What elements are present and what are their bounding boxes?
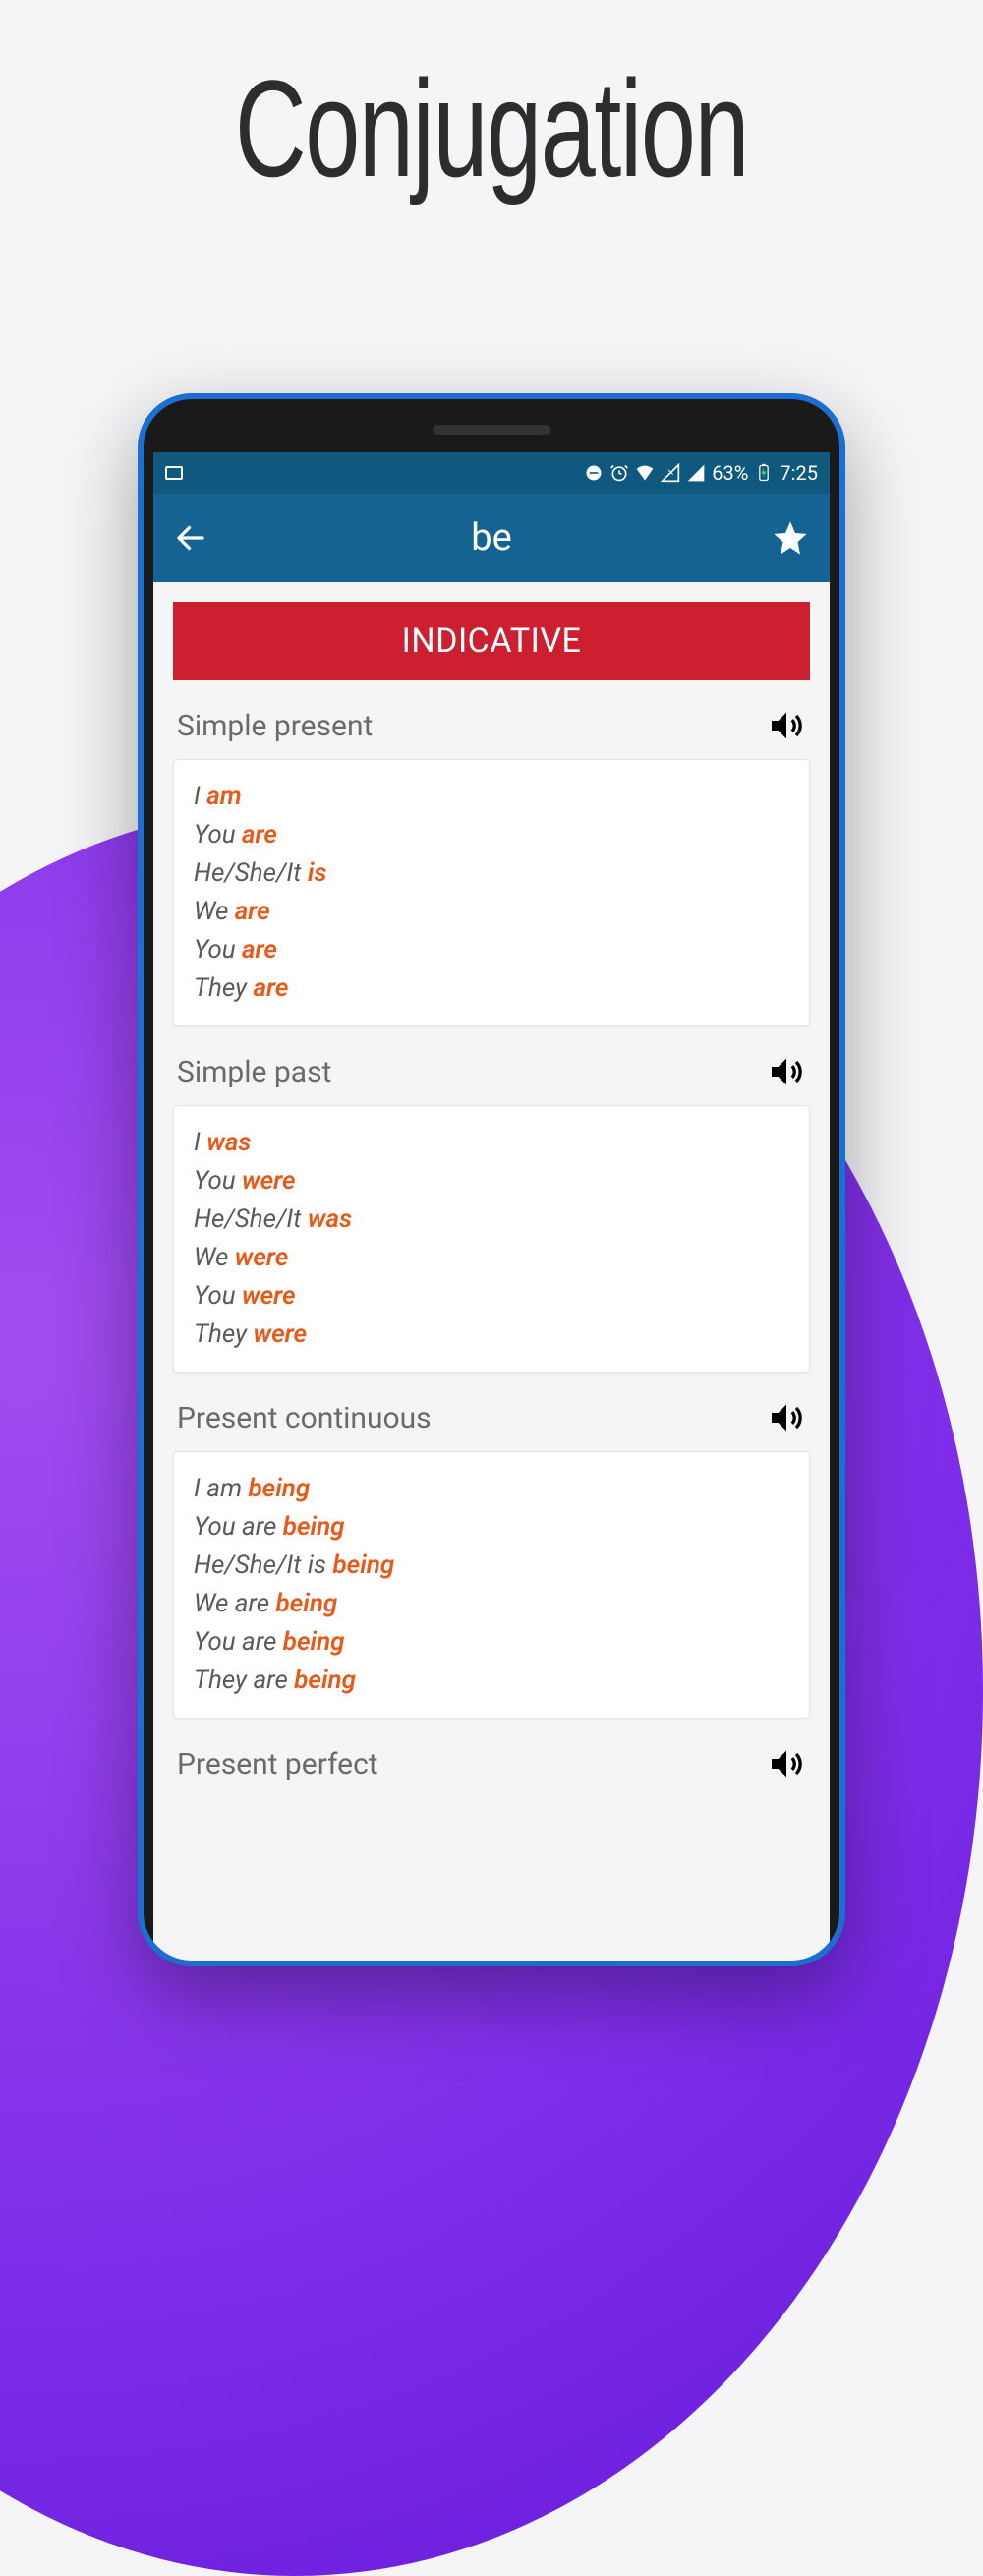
verb-text: are	[235, 897, 270, 926]
verb-text: were	[242, 1281, 296, 1311]
speaker-icon[interactable]	[767, 1398, 806, 1437]
verb-text: being	[294, 1666, 356, 1695]
pronoun-text: They	[194, 1319, 253, 1349]
status-right: ✕ 63% 7:25	[584, 461, 818, 485]
conjugation-row: They are being	[194, 1662, 789, 1700]
alarm-icon	[609, 463, 629, 483]
verb-text: was	[308, 1204, 352, 1234]
pronoun-text: You	[194, 1166, 242, 1196]
speaker-icon[interactable]	[767, 1744, 806, 1784]
speaker-icon[interactable]	[767, 1052, 806, 1091]
pronoun-text: I	[194, 782, 206, 811]
verb-text: is	[308, 858, 327, 888]
verb-text: being	[283, 1627, 345, 1657]
pronoun-text: We are	[194, 1589, 276, 1618]
conjugation-row: He/She/It is being	[194, 1547, 789, 1585]
pronoun-text: He/She/It	[194, 1204, 308, 1234]
tense-header: Present perfect	[173, 1734, 810, 1797]
phone-screen: ✕ 63% 7:25 be INDICATIVE Simple present I…	[153, 452, 830, 1961]
verb-text: being	[276, 1589, 338, 1618]
pronoun-text: I	[194, 1128, 206, 1157]
pronoun-text: They	[194, 973, 253, 1003]
pronoun-text: He/She/It	[194, 858, 308, 888]
pronoun-text: You are	[194, 1512, 283, 1542]
pronoun-text: I am	[194, 1474, 248, 1503]
conjugation-row: They are	[194, 969, 789, 1008]
verb-text: was	[206, 1128, 251, 1157]
pronoun-text: You are	[194, 1627, 283, 1657]
tenses-container: Simple presentI amYou areHe/She/It isWe …	[173, 696, 810, 1797]
tense-card: I amYou areHe/She/It isWe areYou areThey…	[173, 759, 810, 1026]
battery-charging-icon	[754, 463, 774, 483]
verb-text: being	[283, 1512, 345, 1542]
pronoun-text: You	[194, 820, 242, 849]
conjugation-row: You are being	[194, 1623, 789, 1662]
verb-text: am	[206, 782, 241, 811]
tense-title: Simple past	[177, 1055, 331, 1089]
tense-title: Present perfect	[177, 1747, 378, 1782]
conjugation-row: We are being	[194, 1585, 789, 1623]
signal-icon	[686, 463, 706, 483]
verb-text: were	[253, 1319, 307, 1349]
signal-nodata-icon: ✕	[661, 463, 680, 483]
favorite-star-button[interactable]	[771, 518, 810, 557]
tense-card: I wasYou wereHe/She/It wasWe wereYou wer…	[173, 1105, 810, 1373]
conjugation-row: You are	[194, 816, 789, 854]
tense-header: Simple past	[173, 1042, 810, 1105]
conjugation-row: You were	[194, 1277, 789, 1316]
conjugation-row: You were	[194, 1162, 789, 1200]
speaker-icon[interactable]	[767, 706, 806, 745]
verb-text: are	[242, 820, 277, 849]
conjugation-row: They were	[194, 1316, 789, 1354]
tense-card: I am beingYou are beingHe/She/It is bein…	[173, 1451, 810, 1719]
conjugation-row: I am being	[194, 1470, 789, 1508]
verb-text: being	[248, 1474, 310, 1503]
verb-text: being	[332, 1551, 394, 1580]
clock-text: 7:25	[780, 461, 818, 485]
wifi-icon	[635, 463, 655, 483]
mood-header: INDICATIVE	[173, 602, 810, 680]
app-bar: be	[153, 494, 830, 582]
status-left	[165, 466, 183, 480]
verb-text: are	[242, 935, 277, 965]
pronoun-text: We	[194, 1243, 235, 1272]
tense-title: Present continuous	[177, 1401, 432, 1435]
pronoun-text: You	[194, 1281, 242, 1311]
screen-mirror-icon	[165, 466, 183, 480]
pronoun-text: He/She/It is	[194, 1551, 332, 1580]
tense-title: Simple present	[177, 709, 373, 743]
tense-header: Present continuous	[173, 1388, 810, 1451]
battery-text: 63%	[712, 461, 748, 485]
content-area[interactable]: INDICATIVE Simple presentI amYou areHe/S…	[153, 582, 830, 1797]
phone-notch	[433, 425, 550, 435]
pronoun-text: We	[194, 897, 235, 926]
conjugation-row: I was	[194, 1124, 789, 1162]
conjugation-row: You are being	[194, 1508, 789, 1547]
status-bar: ✕ 63% 7:25	[153, 452, 830, 494]
do-not-disturb-icon	[584, 463, 604, 483]
app-bar-title: be	[471, 516, 512, 559]
conjugation-row: He/She/It is	[194, 854, 789, 893]
verb-text: are	[253, 973, 288, 1003]
phone-frame: ✕ 63% 7:25 be INDICATIVE Simple present I…	[138, 393, 845, 1966]
svg-text:✕: ✕	[667, 469, 675, 479]
conjugation-row: You are	[194, 931, 789, 969]
page-title: Conjugation	[138, 0, 845, 208]
conjugation-row: We are	[194, 893, 789, 931]
tense-header: Simple present	[173, 696, 810, 759]
verb-text: were	[235, 1243, 289, 1272]
conjugation-row: I am	[194, 778, 789, 816]
conjugation-row: He/She/It was	[194, 1200, 789, 1239]
pronoun-text: You	[194, 935, 242, 965]
conjugation-row: We were	[194, 1239, 789, 1277]
pronoun-text: They are	[194, 1666, 294, 1695]
verb-text: were	[242, 1166, 296, 1196]
back-arrow-icon[interactable]	[173, 520, 208, 556]
